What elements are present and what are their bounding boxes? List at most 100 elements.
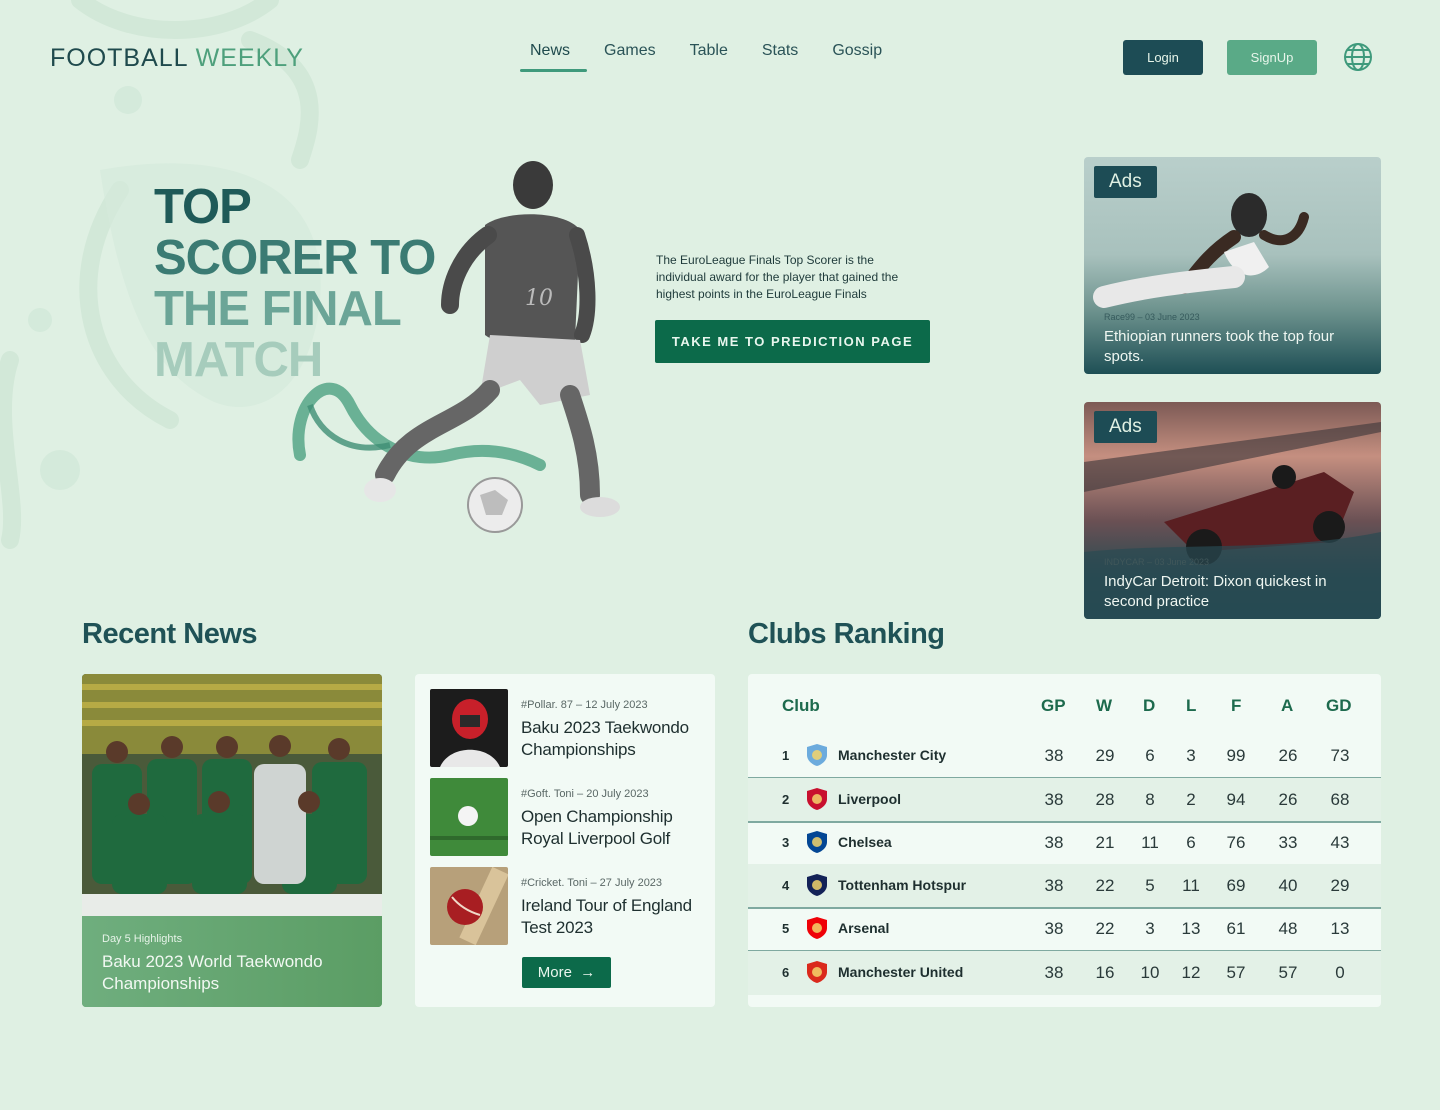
cell-d: 11 [1141, 833, 1159, 852]
column-header-f: F [1231, 696, 1242, 715]
more-news-button[interactable]: More → [522, 957, 611, 988]
cell-w: 22 [1095, 876, 1115, 895]
table-row[interactable]: 5 Arsenal 38 22 3 13 61 48 13 [748, 907, 1381, 951]
cell-gp: 38 [1044, 790, 1064, 809]
cell-w: 28 [1095, 790, 1115, 809]
nav-item-table[interactable]: Table [673, 42, 745, 72]
taekwondo-icon [430, 689, 508, 767]
cell-d: 10 [1140, 963, 1160, 982]
ad-card-indycar[interactable]: Ads INDYCAR – 03 June 2023 IndyCar Detro… [1084, 402, 1381, 619]
cell-a: 26 [1278, 746, 1298, 765]
ad-badge: Ads [1094, 166, 1157, 198]
rank-cell: 5 [782, 921, 790, 936]
cell-l: 13 [1181, 919, 1201, 938]
feature-news-card[interactable]: Day 5 Highlights Baku 2023 World Taekwon… [82, 674, 382, 1007]
signup-button[interactable]: SignUp [1227, 40, 1317, 75]
cricket-icon [430, 867, 508, 945]
login-button[interactable]: Login [1123, 40, 1203, 75]
cell-w: 21 [1095, 833, 1115, 852]
brand-part1: FOOTBALL [50, 44, 188, 72]
top-header: FOOTBALL WEEKLY News Games Table Stats G… [0, 0, 1440, 110]
cell-gd: 68 [1330, 790, 1350, 809]
cell-gd: 73 [1330, 746, 1350, 765]
news-meta: #Pollar. 87 – 12 July 2023 [521, 699, 648, 711]
rank-cell: 2 [782, 792, 790, 807]
club-name: Arsenal [838, 920, 890, 936]
news-item[interactable]: #Goft. Toni – 20 July 2023 Open Champion… [430, 778, 710, 856]
golf-icon [430, 778, 508, 856]
cell-f: 57 [1226, 963, 1246, 982]
cell-d: 8 [1145, 790, 1155, 809]
rank-cell: 4 [782, 878, 790, 893]
news-title: Baku 2023 Taekwondo Championships [521, 718, 689, 759]
recent-news-heading: Recent News [82, 618, 258, 650]
player-illustration: 10 [292, 161, 620, 533]
cell-l: 3 [1186, 746, 1196, 765]
cell-a: 33 [1278, 833, 1298, 852]
news-title: Ireland Tour of England Test 2023 [521, 896, 692, 937]
cell-f: 76 [1226, 833, 1246, 852]
cell-gd: 0 [1335, 963, 1345, 982]
table-row[interactable]: 1 Manchester City 38 29 6 3 99 26 73 [748, 734, 1381, 778]
column-header-gd: GD [1326, 696, 1352, 715]
cell-f: 69 [1226, 876, 1246, 895]
table-row[interactable]: 3 Chelsea 38 21 11 6 76 33 43 [748, 821, 1381, 865]
column-header-l: L [1186, 696, 1197, 715]
cell-a: 40 [1278, 876, 1298, 895]
club-crest-icon [807, 744, 827, 766]
news-title: Open Championship Royal Liverpool Golf [521, 807, 673, 848]
nav-item-gossip[interactable]: Gossip [815, 42, 899, 72]
cell-gp: 38 [1044, 919, 1064, 938]
table-row[interactable]: 2 Liverpool 38 28 8 2 94 26 68 [748, 778, 1381, 822]
nav-item-news[interactable]: News [520, 42, 588, 72]
ad-title: IndyCar Detroit: Dixon quickest in secon… [1104, 573, 1327, 610]
feature-meta: Day 5 Highlights [102, 933, 183, 945]
column-header-w: W [1096, 696, 1113, 715]
column-header-a: A [1281, 696, 1294, 715]
cell-gd: 43 [1330, 833, 1350, 852]
news-list: #Pollar. 87 – 12 July 2023 Baku 2023 Tae… [415, 674, 715, 1007]
ad-meta: INDYCAR – 03 June 2023 [1104, 557, 1210, 567]
main-nav: News Games Table Stats Gossip [520, 42, 899, 72]
news-item[interactable]: #Pollar. 87 – 12 July 2023 Baku 2023 Tae… [430, 689, 710, 767]
ad-card-running[interactable]: Ads Race99 – 03 June 2023 Ethiopian runn… [1084, 157, 1381, 374]
column-header-club: Club [782, 696, 820, 715]
club-crest-icon [807, 961, 827, 983]
arrow-right-icon: → [576, 964, 596, 981]
news-meta: #Goft. Toni – 20 July 2023 [521, 788, 649, 800]
rank-cell: 1 [782, 748, 790, 763]
cell-f: 94 [1226, 790, 1246, 809]
cell-f: 99 [1226, 746, 1246, 765]
column-header-gp: GP [1041, 696, 1066, 715]
nav-item-stats[interactable]: Stats [745, 42, 815, 72]
club-name: Tottenham Hotspur [838, 877, 967, 893]
club-crest-icon [807, 874, 827, 896]
column-header-d: D [1143, 696, 1156, 715]
prediction-page-button[interactable]: TAKE ME TO PREDICTION PAGE [655, 320, 930, 363]
cell-d: 3 [1145, 919, 1155, 938]
ad-meta: Race99 – 03 June 2023 [1104, 312, 1200, 322]
brand-logo[interactable]: FOOTBALL WEEKLY [50, 44, 304, 73]
cell-w: 29 [1095, 746, 1115, 765]
cell-a: 57 [1278, 963, 1298, 982]
rank-cell: 3 [782, 835, 790, 850]
cell-l: 11 [1182, 876, 1200, 895]
news-item[interactable]: #Cricket. Toni – 27 July 2023 Ireland To… [430, 867, 710, 945]
table-row[interactable]: 6 Manchester United 38 16 10 12 57 57 0 [748, 951, 1381, 995]
globe-icon[interactable] [1343, 42, 1373, 72]
cell-gp: 38 [1044, 746, 1064, 765]
club-name: Manchester City [838, 747, 947, 763]
club-name: Chelsea [838, 834, 892, 850]
club-name: Liverpool [838, 791, 902, 807]
nav-item-games[interactable]: Games [587, 42, 673, 72]
more-label: More [537, 964, 572, 981]
clubs-ranking-heading: Clubs Ranking [748, 618, 945, 650]
ad-badge: Ads [1094, 411, 1157, 443]
ad-title: Ethiopian runners took the top four spot… [1104, 328, 1335, 365]
table-row[interactable]: 4 Tottenham Hotspur 38 22 5 11 69 40 29 [748, 864, 1381, 908]
brand-part2: WEEKLY [195, 44, 304, 72]
cell-d: 5 [1145, 876, 1155, 895]
cell-w: 16 [1095, 963, 1115, 982]
cell-a: 48 [1278, 919, 1298, 938]
clubs-ranking-table: Club GP W D L F A GD 1 Manchester City 38 2… [748, 674, 1381, 1007]
